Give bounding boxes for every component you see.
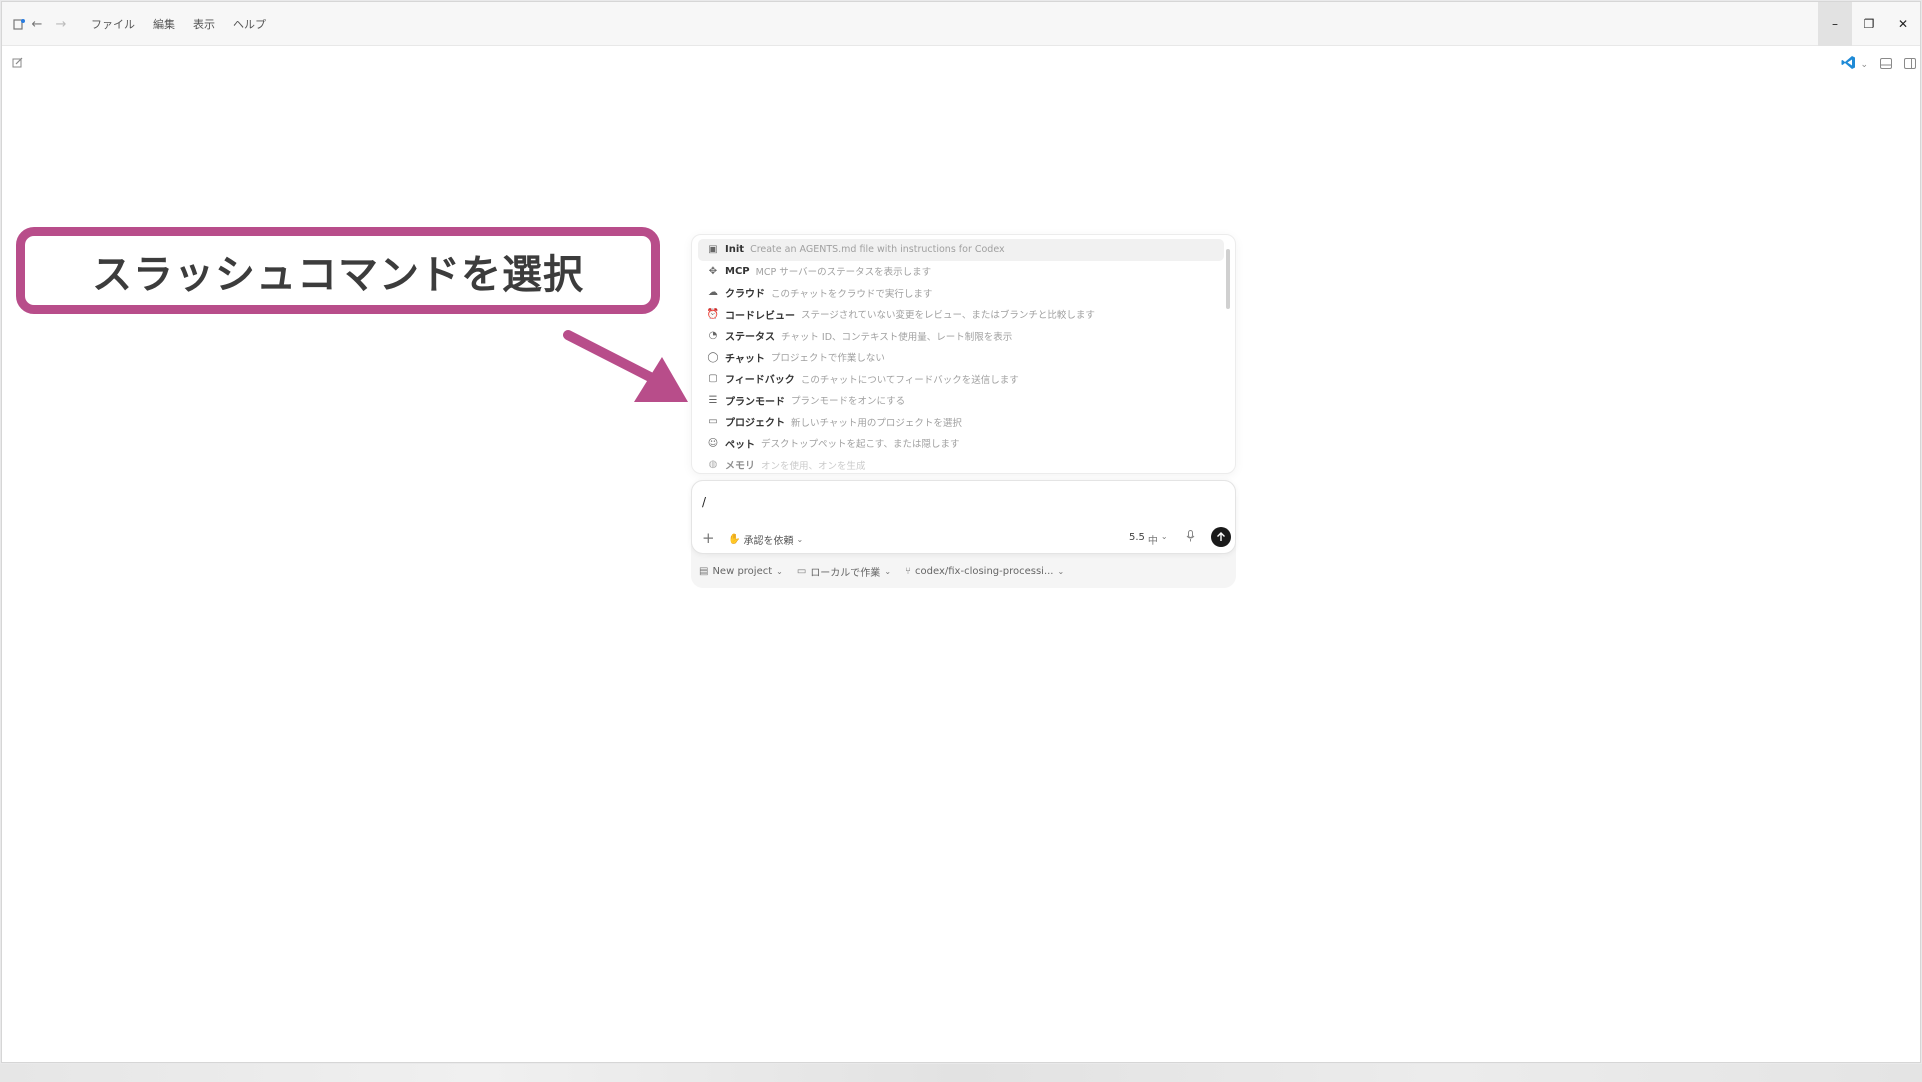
- command-item[interactable]: ✥ MCP MCP サーバーのステータスを表示します: [698, 261, 1224, 283]
- command-item[interactable]: ☺ ペット デスクトップペットを起こす、または隠します: [698, 433, 1224, 455]
- review-icon: ⏰: [706, 308, 720, 320]
- composer: / + ✋ 承認を依頼 ⌄ 5.5 中 ⌄: [691, 480, 1236, 554]
- command-item[interactable]: ◔ ステータス チャット ID、コンテキスト使用量、レート制限を表示: [698, 325, 1224, 347]
- plan-icon: ☰: [708, 394, 718, 406]
- command-description: プロジェクトで作業しない: [770, 353, 885, 365]
- model-label: 5.5: [1129, 532, 1145, 543]
- composer-footer: ▤ New project ⌄ ▭ ローカルで作業 ⌄ ⑂ codex/fix-…: [699, 564, 1064, 579]
- chevron-down-icon: ⌄: [776, 567, 783, 576]
- feedback-icon: ▢: [708, 373, 718, 385]
- minimize-button[interactable]: –: [1818, 2, 1852, 46]
- effort-label: 中: [1147, 536, 1158, 547]
- command-item[interactable]: ▣ Init Create an AGENTS.md file with instr…: [698, 239, 1224, 261]
- branch-label: codex/fix-closing-processi...: [915, 566, 1054, 577]
- terminal-panel-icon[interactable]: [1880, 57, 1892, 72]
- command-name: MCP: [725, 265, 750, 277]
- command-description: このチャットについてフィードバックを送信します: [800, 374, 1019, 386]
- command-description: プランモードをオンにする: [791, 396, 906, 408]
- command-item[interactable]: ▢ フィードバック このチャットについてフィードバックを送信します: [698, 368, 1224, 390]
- mcp-icon: ✥: [708, 265, 718, 277]
- chevron-down-icon: ⌄: [884, 567, 892, 576]
- command-list: ▣ Init Create an AGENTS.md file with instr…: [698, 239, 1229, 473]
- command-name: フィードバック: [725, 375, 795, 387]
- command-item[interactable]: ◍ メモリ オンを使用、オンを生成: [698, 454, 1224, 473]
- location-dropdown[interactable]: ▭ ローカルで作業 ⌄: [797, 564, 891, 579]
- app-window: ← → ファイル 編集 表示 ヘルプ – ❐ ✕ ⌄ スラッシュコマンドを選択: [1, 1, 1921, 1063]
- menu-bar: ファイル 編集 表示 ヘルプ: [82, 2, 275, 46]
- menu-file[interactable]: ファイル: [82, 16, 144, 32]
- command-description: デスクトップペットを起こす、または隠します: [761, 439, 960, 451]
- window-controls: – ❐ ✕: [1818, 2, 1920, 46]
- back-arrow-icon[interactable]: ←: [26, 13, 48, 35]
- menu-edit[interactable]: 編集: [144, 16, 184, 32]
- location-label: ローカルで作業: [810, 568, 881, 579]
- command-name: ペット: [725, 439, 755, 451]
- close-button[interactable]: ✕: [1886, 2, 1920, 46]
- command-item[interactable]: ◯ チャット プロジェクトで作業しない: [698, 347, 1224, 369]
- hand-icon: ✋: [728, 534, 741, 545]
- slash-command-menu: ▣ Init Create an AGENTS.md file with instr…: [691, 234, 1236, 474]
- command-description: チャット ID、コンテキスト使用量、レート制限を表示: [781, 331, 1013, 343]
- command-item[interactable]: ⏰ コードレビュー ステージされていない変更をレビュー、またはブランチと比較します: [698, 304, 1224, 326]
- chevron-down-icon: ⌄: [1057, 567, 1065, 576]
- vscode-icon[interactable]: [1841, 55, 1856, 74]
- project-dropdown[interactable]: ▤ New project ⌄: [699, 566, 783, 577]
- branch-dropdown[interactable]: ⑂ codex/fix-closing-processi... ⌄: [905, 566, 1064, 577]
- menu-help[interactable]: ヘルプ: [224, 16, 275, 32]
- project-icon: ▤: [699, 566, 709, 577]
- command-name: メモリ: [725, 461, 755, 473]
- menu-view[interactable]: 表示: [184, 16, 224, 32]
- command-name: コードレビュー: [725, 310, 795, 322]
- microphone-icon[interactable]: [1186, 530, 1195, 545]
- command-name: プロジェクト: [725, 418, 785, 430]
- side-panel-icon[interactable]: [1904, 57, 1916, 72]
- approval-label: 承認を依頼: [743, 536, 794, 547]
- forward-arrow-icon[interactable]: →: [50, 13, 72, 35]
- command-name: プランモード: [725, 396, 785, 408]
- approval-dropdown[interactable]: ✋ 承認を依頼 ⌄: [728, 532, 803, 547]
- annotation-arrow-icon: [563, 330, 688, 402]
- command-description: Create an AGENTS.md file with instructio…: [750, 244, 1005, 256]
- prompt-input[interactable]: /: [702, 495, 706, 509]
- command-description: ステージされていない変更をレビュー、またはブランチと比較します: [801, 310, 1095, 322]
- scrollbar-thumb[interactable]: [1226, 249, 1230, 309]
- top-right-toolbar: ⌄: [1841, 55, 1916, 74]
- model-dropdown[interactable]: 5.5 中 ⌄: [1129, 532, 1168, 547]
- restore-button[interactable]: ❐: [1852, 2, 1886, 46]
- command-description: このチャットをクラウドで実行します: [771, 288, 933, 300]
- command-name: ステータス: [725, 332, 775, 344]
- chevron-down-icon: ⌄: [1160, 532, 1168, 541]
- new-chat-icon[interactable]: [12, 57, 23, 71]
- command-description: 新しいチャット用のプロジェクトを選択: [791, 417, 962, 429]
- chevron-down-icon[interactable]: ⌄: [1860, 60, 1868, 70]
- git-branch-icon: ⑂: [905, 566, 912, 577]
- file-icon: ▣: [708, 244, 718, 256]
- command-item[interactable]: ☰ プランモード プランモードをオンにする: [698, 390, 1224, 412]
- add-attachment-button[interactable]: +: [702, 531, 715, 546]
- command-description: オンを使用、オンを生成: [761, 460, 866, 472]
- gauge-icon: ◔: [708, 330, 718, 342]
- send-button[interactable]: [1211, 527, 1231, 547]
- chat-icon: ◯: [707, 351, 719, 363]
- title-bar: ← → ファイル 編集 表示 ヘルプ – ❐ ✕: [2, 2, 1920, 46]
- command-item[interactable]: ▭ プロジェクト 新しいチャット用のプロジェクトを選択: [698, 411, 1224, 433]
- folder-icon: ▭: [708, 416, 718, 428]
- command-description: MCP サーバーのステータスを表示します: [755, 267, 932, 279]
- command-name: Init: [725, 244, 745, 256]
- project-label: New project: [712, 566, 773, 577]
- command-name: チャット: [725, 353, 765, 365]
- composer-container: / + ✋ 承認を依頼 ⌄ 5.5 中 ⌄ ▤ New project ⌄ ▭ …: [691, 480, 1236, 588]
- desktop-background-strip: [0, 1064, 1922, 1082]
- pet-icon: ☺: [707, 437, 719, 449]
- laptop-icon: ▭: [796, 566, 807, 577]
- annotation-callout: スラッシュコマンドを選択: [16, 227, 660, 314]
- annotation-text: スラッシュコマンドを選択: [92, 251, 584, 298]
- cloud-icon: ☁: [708, 287, 718, 299]
- arrow-up-icon: [1217, 532, 1225, 541]
- memory-icon: ◍: [708, 459, 718, 471]
- command-name: クラウド: [725, 289, 765, 301]
- command-item[interactable]: ☁ クラウド このチャットをクラウドで実行します: [698, 282, 1224, 304]
- chevron-down-icon: ⌄: [796, 535, 804, 544]
